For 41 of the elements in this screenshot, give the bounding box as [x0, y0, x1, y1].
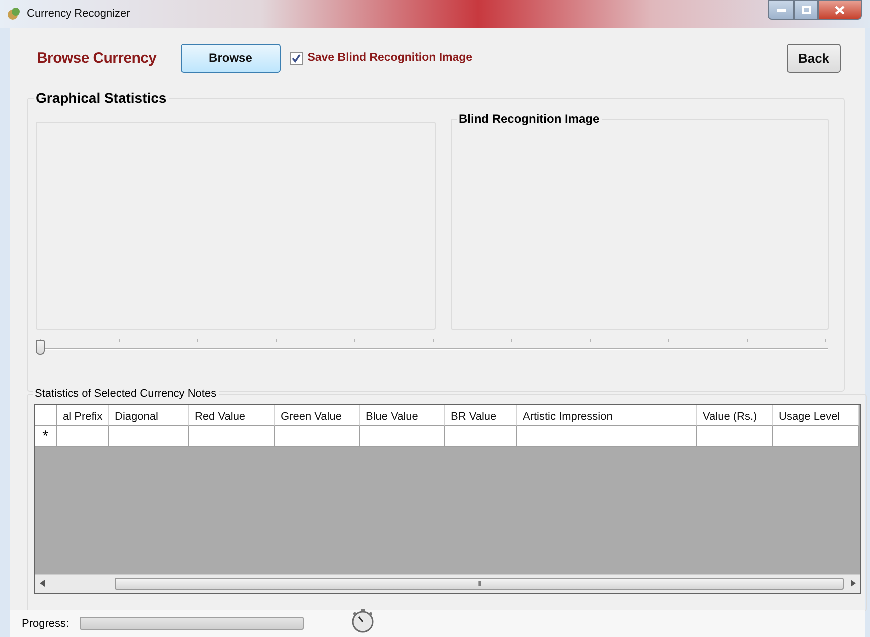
column-header[interactable]: Artistic Impression [517, 405, 697, 426]
table-cell[interactable] [109, 426, 189, 447]
column-header[interactable]: BR Value [445, 405, 517, 426]
app-icon [7, 7, 21, 21]
group-title: Blind Recognition Image [457, 112, 602, 126]
slider[interactable] [36, 339, 828, 355]
group-title: Graphical Statistics [34, 90, 169, 106]
table-cell[interactable] [773, 426, 859, 447]
close-icon[interactable] [835, 6, 845, 14]
column-header[interactable]: Red Value [189, 405, 275, 426]
stopwatch-icon [350, 609, 376, 633]
table-cell[interactable] [697, 426, 773, 447]
column-header[interactable]: Usage Level [773, 405, 859, 426]
column-header[interactable]: Green Value [275, 405, 360, 426]
slider-thumb[interactable] [36, 340, 45, 355]
browse-currency-label: Browse Currency [37, 50, 157, 66]
table-cell[interactable] [189, 426, 275, 447]
table-cell[interactable] [445, 426, 517, 447]
table-cell[interactable] [360, 426, 445, 447]
back-button[interactable]: Back [787, 44, 841, 72]
maximize-button[interactable] [794, 0, 818, 20]
minimize-icon[interactable] [776, 8, 786, 12]
group-title: Statistics of Selected Currency Notes [33, 388, 219, 400]
column-header[interactable]: al Prefix [57, 405, 109, 426]
maximize-icon[interactable] [802, 6, 810, 14]
close-button[interactable] [818, 0, 862, 20]
table-cell[interactable] [57, 426, 109, 447]
minimize-button[interactable] [768, 0, 794, 20]
table-cell[interactable] [517, 426, 697, 447]
right-arrow-icon[interactable] [850, 580, 856, 586]
save-checkbox[interactable] [290, 52, 303, 64]
column-header[interactable]: Value (Rs.) [697, 405, 773, 426]
column-header[interactable]: Diagonal [109, 405, 189, 426]
left-arrow-icon[interactable] [40, 580, 44, 586]
window-title: Currency Recognizer [27, 8, 130, 20]
progress-label: Progress: [22, 618, 70, 630]
checkbox-label: Save Blind Recognition Image [308, 52, 473, 64]
column-header[interactable]: Blue Value [360, 405, 445, 426]
browse-button[interactable]: Browse [180, 44, 281, 72]
new-row-marker: * [35, 426, 57, 447]
table-cell[interactable] [275, 426, 360, 447]
